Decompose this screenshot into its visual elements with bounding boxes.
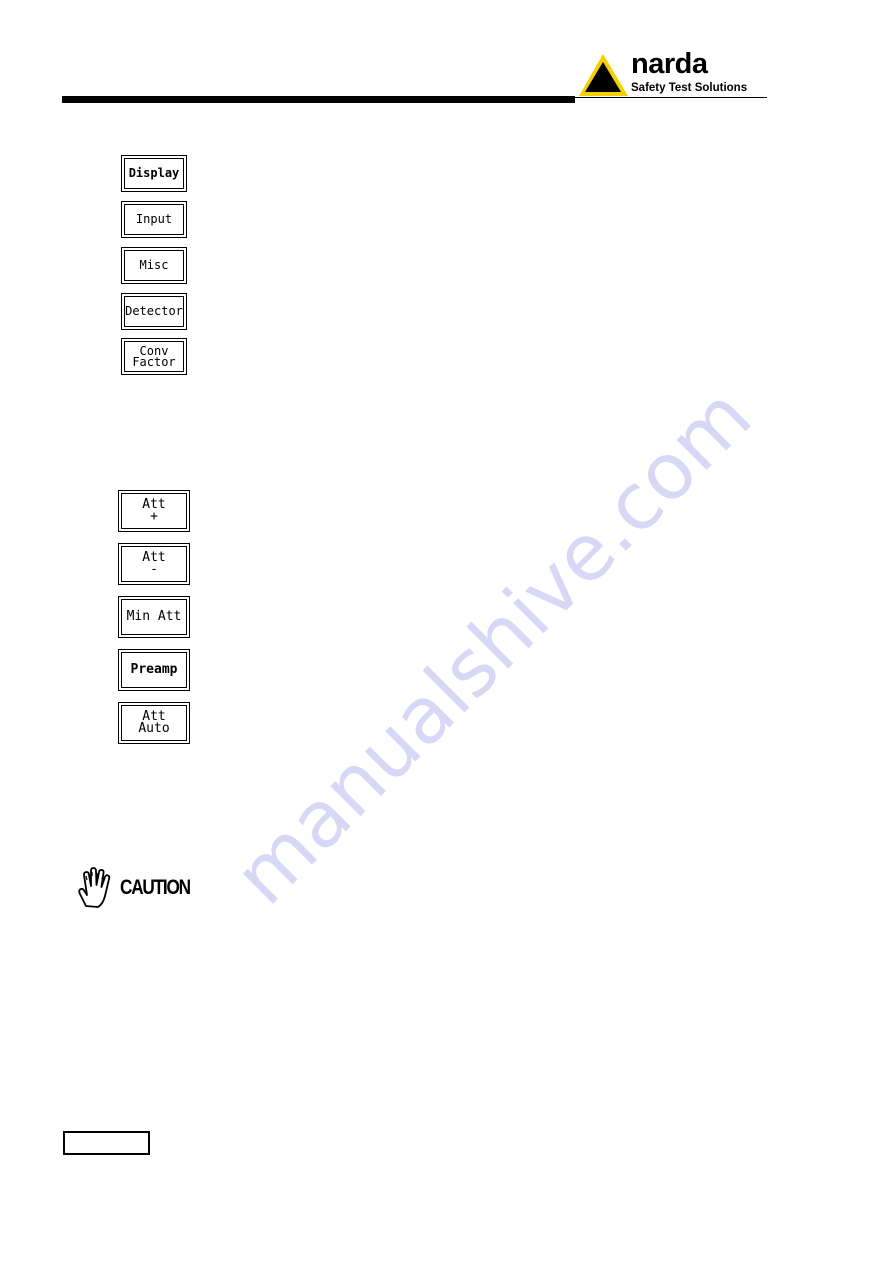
softkey-conv-factor[interactable]: Conv Factor — [121, 338, 187, 375]
brand-tagline: Safety Test Solutions — [631, 82, 748, 94]
softkey-min-att[interactable]: Min Att — [118, 596, 190, 638]
softkey-att-plus[interactable]: Att + — [118, 490, 190, 532]
softkey-input[interactable]: Input — [121, 201, 187, 238]
watermark: manualshive.com — [217, 371, 769, 923]
hand-stop-icon — [78, 867, 111, 908]
caution-label: CAUTION — [120, 876, 191, 899]
softkey-detector[interactable]: Detector — [121, 293, 187, 330]
header-rule — [62, 96, 575, 103]
brand-name: narda — [631, 48, 708, 80]
caution-notice: CAUTION — [72, 866, 202, 910]
softkey-preamp[interactable]: Preamp — [118, 649, 190, 691]
warning-triangle-icon — [579, 54, 628, 96]
narda-logo: narda Safety Test Solutions — [578, 48, 773, 98]
softkey-att-minus[interactable]: Att - — [118, 543, 190, 585]
softkey-display[interactable]: Display — [121, 155, 187, 192]
softkey-att-auto[interactable]: Att Auto — [118, 702, 190, 744]
softkey-misc[interactable]: Misc — [121, 247, 187, 284]
page-number-box — [63, 1131, 150, 1155]
